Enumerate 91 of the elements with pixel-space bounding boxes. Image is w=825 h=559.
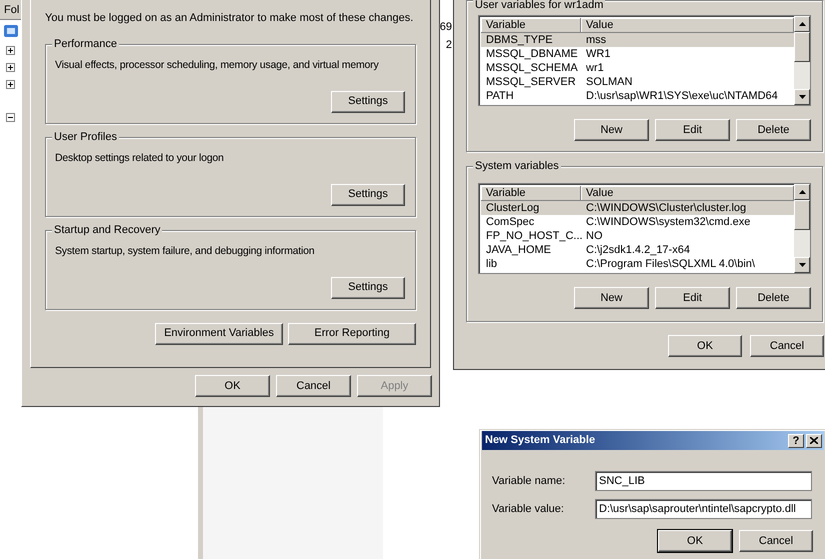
plus-icon [8, 65, 13, 70]
scroll-thumb[interactable] [794, 200, 810, 230]
group-description: Desktop settings related to your logon [55, 150, 225, 166]
group-description: System startup, system failure, and debugging information [55, 244, 316, 258]
up-triangle-icon [798, 190, 806, 194]
list-row[interactable]: MSSQL_SCHEMA wr1 [481, 61, 794, 75]
computer-icon [2, 24, 18, 38]
variable-value: mss [585, 33, 608, 47]
dialog-button[interactable]: New [574, 287, 649, 309]
dialog-button[interactable]: Cancel [739, 530, 813, 552]
variable-value: C:\WINDOWS\Cluster\cluster.log [585, 201, 748, 215]
tree-expander[interactable] [6, 63, 15, 72]
list-row[interactable]: MSSQL_DBNAME WR1 [481, 47, 794, 61]
variable-name: ComSpec [485, 215, 536, 229]
down-triangle-icon [798, 263, 806, 267]
plus-icon [8, 48, 13, 53]
variable-value: C:\WINDOWS\system32\cmd.exe [585, 215, 752, 229]
group-description: Visual effects, processor scheduling, memory usage, and virtual memory [55, 58, 380, 72]
settings-button[interactable]: Settings [331, 276, 405, 298]
group-title: Startup and Recovery [52, 224, 162, 236]
dialog-button[interactable]: Edit [655, 119, 730, 141]
dialog-button[interactable]: OK [658, 530, 732, 552]
column-header[interactable]: Fol [0, 0, 21, 20]
scrollbar[interactable] [794, 184, 810, 273]
variable-value: NO [585, 229, 604, 243]
variable-value: C:\Program Files\SQLXML 4.0\bin\ [585, 257, 756, 271]
group-title: Performance [52, 38, 119, 50]
field-label: Variable value: [492, 502, 565, 517]
dialog-title: New System Variable [485, 433, 596, 448]
list-row[interactable]: JAVA_HOME C:\j2sdk1.4.2_17-x64 [481, 243, 794, 257]
variable-value: D:\usr\sap\WR1\SYS\exe\uc\NTAMD64 [585, 89, 779, 103]
variable-name: MSSQL_SCHEMA [485, 61, 579, 75]
variable-name: MSSQL_DBNAME [485, 47, 579, 61]
dialog-button[interactable]: New [574, 119, 649, 141]
admin-notice: You must be logged on as an Administrator to make most of these changes. [45, 11, 414, 26]
settings-button[interactable]: Settings [331, 90, 405, 112]
minus-icon [8, 115, 13, 120]
list-row[interactable]: ClusterLog C:\WINDOWS\Cluster\cluster.log [481, 201, 794, 215]
scroll-arrow-button[interactable] [794, 257, 810, 273]
variable-value: WR1 [585, 47, 612, 61]
error-reporting-button[interactable]: Error Reporting [288, 322, 416, 344]
column-header[interactable]: Variable [481, 18, 581, 33]
text-field[interactable]: D:\usr\sap\saprouter\ntintel\sapcrypto.dll [595, 499, 812, 519]
table-cell-text: 2 [446, 38, 452, 53]
environment-variables-button[interactable]: Environment Variables [155, 322, 283, 344]
dialog-button[interactable]: Cancel [750, 335, 824, 357]
variable-name: JAVA_HOME [485, 243, 552, 257]
scroll-arrow-button[interactable] [794, 16, 810, 32]
variable-name: MSSQL_SERVER [485, 75, 577, 89]
variable-value: SOLMAN [585, 75, 634, 89]
dialog-button[interactable]: Delete [736, 287, 811, 309]
dialog-button[interactable]: Cancel [276, 375, 351, 397]
list-row[interactable]: ComSpec C:\WINDOWS\system32\cmd.exe [481, 215, 794, 229]
variable-value: C:\j2sdk1.4.2_17-x64 [585, 243, 691, 257]
list-row[interactable]: FP_NO_HOST_C... NO [481, 229, 794, 243]
variable-name: lib [485, 257, 498, 271]
dialog-button[interactable]: Edit [655, 287, 730, 309]
tree-expander[interactable] [6, 46, 15, 55]
column-header[interactable]: Variable [481, 186, 581, 201]
scrollbar[interactable] [794, 16, 810, 105]
group-title: System variables [473, 160, 561, 173]
list-row[interactable]: DBMS_TYPE mss [481, 33, 794, 47]
list-row[interactable]: PATH D:\usr\sap\WR1\SYS\exe\uc\NTAMD64 [481, 89, 794, 103]
variable-name: ClusterLog [485, 201, 540, 215]
list-row[interactable]: lib C:\Program Files\SQLXML 4.0\bin\ [481, 257, 794, 271]
scroll-arrow-button[interactable] [794, 184, 810, 200]
dialog-button[interactable]: OK [195, 375, 270, 397]
dialog-button[interactable]: Delete [736, 119, 811, 141]
group-title: User Profiles [52, 130, 119, 144]
scroll-thumb[interactable] [794, 32, 810, 62]
scroll-arrow-button[interactable] [794, 89, 810, 105]
close-icon [810, 437, 818, 444]
list-row[interactable]: MSSQL_SERVER SOLMAN [481, 75, 794, 89]
tree-expander[interactable] [6, 80, 15, 89]
plus-icon [8, 82, 13, 87]
dialog-button[interactable]: OK [668, 335, 742, 357]
field-label: Variable name: [492, 474, 566, 489]
variable-name: PATH [485, 89, 515, 103]
text-field[interactable]: SNC_LIB [595, 471, 812, 491]
variable-value: wr1 [585, 61, 605, 75]
down-triangle-icon [798, 95, 806, 99]
up-triangle-icon [798, 22, 806, 26]
settings-button[interactable]: Settings [331, 184, 405, 206]
column-header[interactable]: Value [581, 18, 794, 33]
help-button[interactable]: ? [788, 434, 804, 448]
tree-expander[interactable] [6, 113, 15, 122]
variable-name: DBMS_TYPE [485, 33, 554, 47]
variable-name: FP_NO_HOST_C... [485, 229, 581, 243]
table-cell-text: 69 [440, 20, 452, 35]
close-button[interactable] [806, 434, 822, 448]
column-header[interactable]: Value [581, 186, 794, 201]
